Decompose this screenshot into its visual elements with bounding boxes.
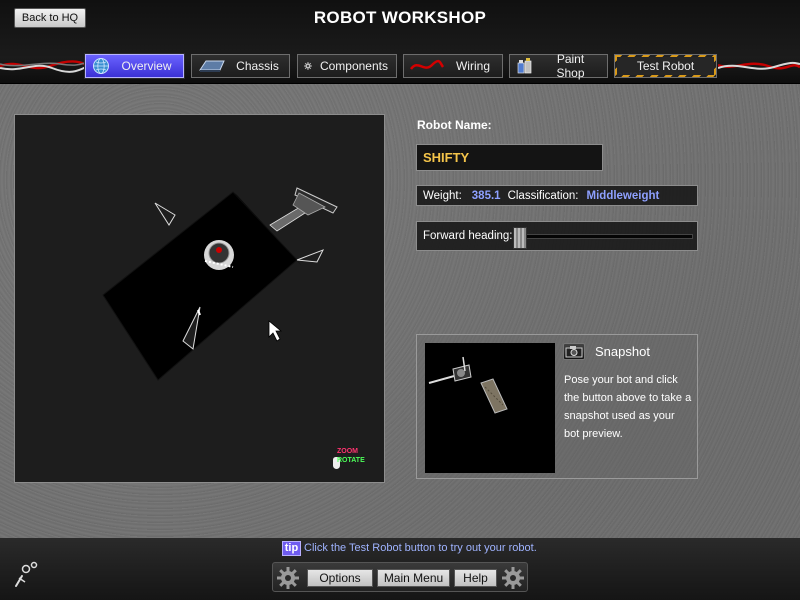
tab-overview-label: Overview	[121, 59, 172, 73]
wire-decoration-right	[718, 61, 800, 70]
zoom-rotate-legend: ZOOM ROTATE	[333, 448, 385, 478]
wire-decoration-left	[0, 60, 86, 73]
wrench-icon[interactable]	[12, 560, 40, 590]
tip-text: Click the Test Robot button to try out y…	[304, 542, 537, 554]
snapshot-title: Snapshot	[595, 344, 650, 359]
rotate-label: ROTATE	[337, 457, 365, 464]
tab-chassis[interactable]: Chassis	[191, 54, 290, 78]
snapshot-preview	[425, 343, 555, 473]
robot-name-input[interactable]	[416, 144, 603, 171]
robot-name-label: Robot Name:	[417, 118, 492, 132]
robot-model	[102, 187, 338, 381]
tab-components[interactable]: Components	[297, 54, 397, 78]
snapshot-camera-button[interactable]	[563, 343, 585, 360]
paint-icon	[517, 58, 532, 74]
tab-test-robot-inner: Test Robot	[617, 57, 714, 75]
gear-icon	[304, 62, 312, 70]
tab-test-robot[interactable]: Test Robot	[614, 54, 717, 78]
forward-heading-label: Forward heading:	[423, 230, 513, 242]
tab-wiring[interactable]: Wiring	[403, 54, 503, 78]
gear-icon	[502, 567, 524, 589]
classification-value: Middleweight	[586, 189, 660, 202]
main-menu-button[interactable]: Main Menu	[377, 569, 450, 587]
snapshot-panel: Snapshot Pose your bot and click the but…	[416, 334, 698, 479]
robot-stats-bar: Weight: 385.1 Classification: Middleweig…	[416, 185, 698, 206]
snapshot-preview-image	[428, 356, 508, 414]
tab-paint-shop[interactable]: Paint Shop	[509, 52, 608, 80]
globe-icon	[93, 58, 109, 74]
wire-icon	[410, 59, 444, 70]
page-title: ROBOT WORKSHOP	[313, 8, 487, 27]
tab-test-robot-label: Test Robot	[636, 59, 695, 73]
tab-wiring-label: Wiring	[455, 59, 490, 73]
tab-paint-shop-label: Paint Shop	[556, 52, 585, 80]
snapshot-description: Pose your bot and click the button above…	[564, 374, 692, 440]
forward-heading-slider-thumb[interactable]	[513, 227, 527, 249]
bottom-bar: tip Click the Test Robot button to try o…	[0, 538, 800, 600]
tab-overview[interactable]: Overview	[85, 54, 184, 78]
tab-components-label: Components	[319, 59, 388, 73]
forward-heading-control: Forward heading:	[416, 221, 698, 251]
zoom-label: ZOOM	[337, 448, 358, 455]
classification-label: Classification:	[507, 189, 579, 202]
weight-value: 385.1	[471, 189, 501, 202]
tab-chassis-label: Chassis	[236, 59, 279, 73]
help-button[interactable]: Help	[454, 569, 497, 587]
camera-icon	[565, 346, 583, 358]
tip-badge: tip	[282, 541, 301, 556]
chassis-icon	[199, 60, 225, 72]
top-bar: Back to HQ ROBOT WORKSHOP Overview Chass…	[0, 0, 800, 84]
bottom-menu-strip: Options Main Menu Help	[272, 562, 528, 592]
options-button[interactable]: Options	[307, 569, 373, 587]
gear-icon	[277, 567, 299, 589]
forward-heading-slider-track[interactable]	[521, 234, 693, 239]
robot-3d-viewport[interactable]: ZOOM ROTATE	[14, 114, 385, 483]
weight-label: Weight:	[423, 189, 462, 202]
